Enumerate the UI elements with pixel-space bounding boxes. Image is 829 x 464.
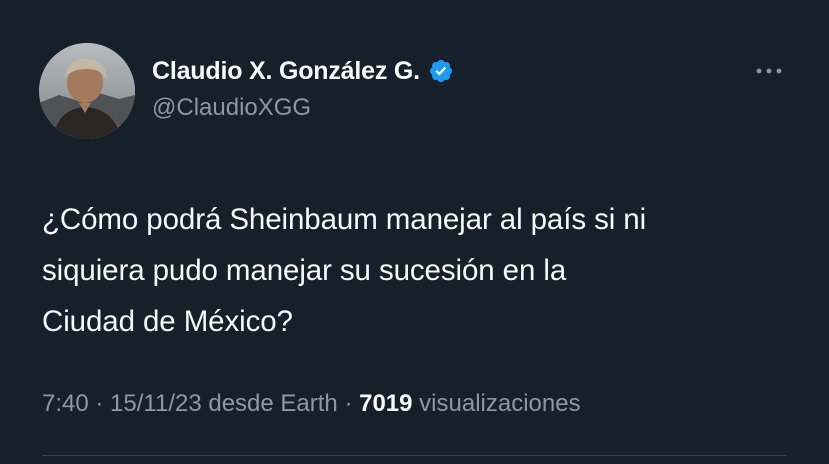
avatar[interactable] <box>39 43 135 139</box>
tweet-source: desde Earth <box>208 390 338 417</box>
author-display-name[interactable]: Claudio X. González G. <box>152 57 420 86</box>
more-options-button[interactable] <box>752 57 786 85</box>
profile-photo-icon <box>39 43 135 139</box>
tweet-card: Claudio X. González G. @ClaudioXGG ¿Cómo… <box>0 0 829 464</box>
view-count[interactable]: 7019 <box>359 390 412 417</box>
tweet-text: ¿Cómo podrá Sheinbaum manejar al país si… <box>42 194 802 347</box>
view-label: visualizaciones <box>419 390 581 417</box>
tweet-text-line: Ciudad de México? <box>42 305 293 338</box>
tweet-time[interactable]: 7:40 <box>42 390 89 417</box>
tweet-date[interactable]: 15/11/23 <box>110 390 202 417</box>
meta-separator: · <box>88 390 111 417</box>
verified-badge-icon <box>429 59 452 83</box>
tweet-text-line: ¿Cómo podrá Sheinbaum manejar al país si… <box>42 203 647 236</box>
tweet-text-line: siquiera pudo manejar su sucesión en la <box>42 254 567 287</box>
divider <box>42 455 787 456</box>
author-name-row: Claudio X. González G. <box>152 54 454 88</box>
author-handle[interactable]: @ClaudioXGG <box>152 94 311 122</box>
meta-separator: · <box>337 390 360 417</box>
tweet-meta: 7:40 · 15/11/23 desde Earth · 7019 visua… <box>42 390 581 418</box>
more-dots-icon <box>756 68 782 74</box>
